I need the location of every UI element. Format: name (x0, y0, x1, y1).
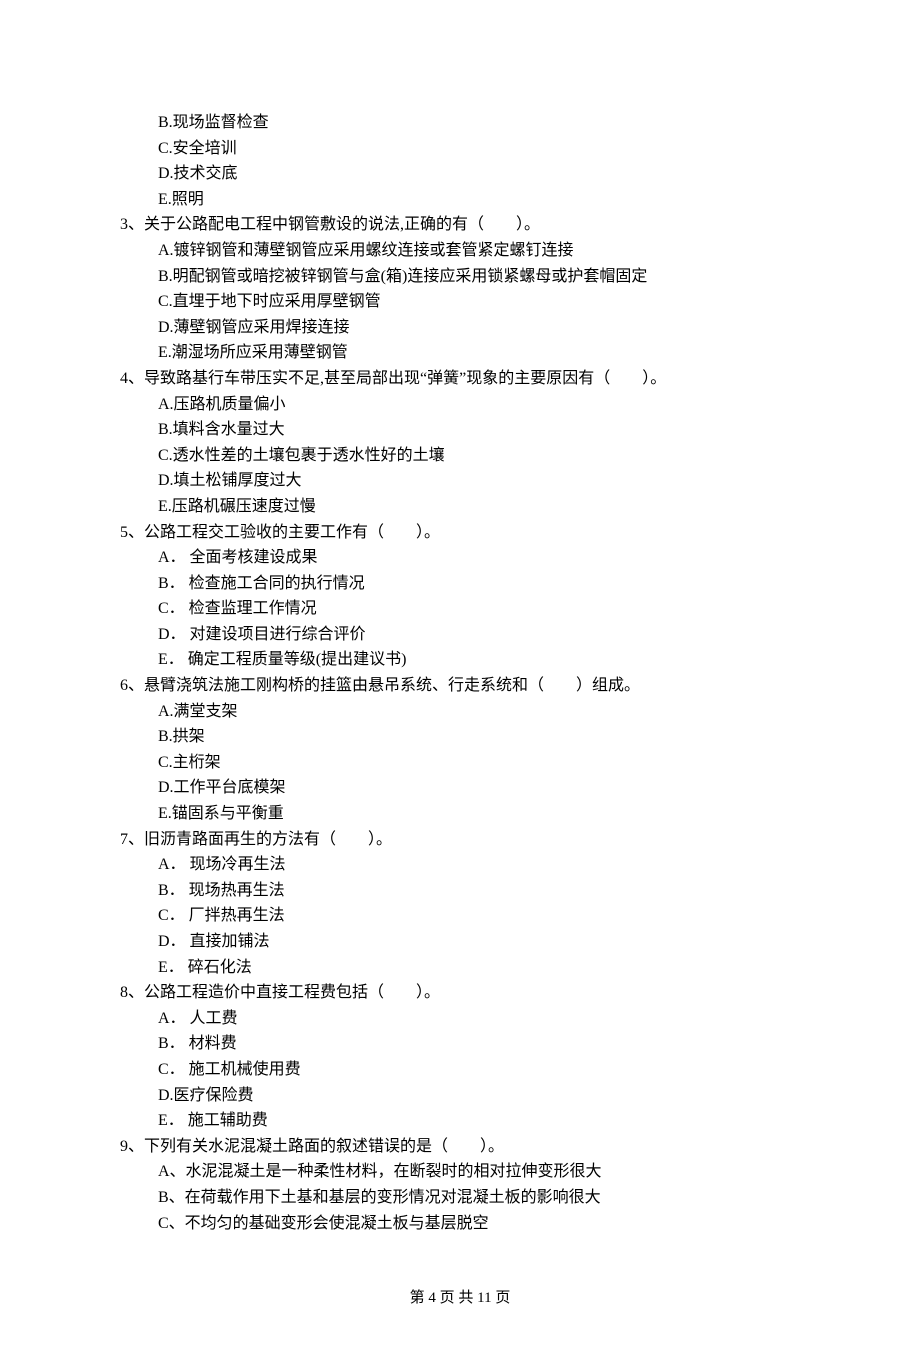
option-item: E． 施工辅助费 (120, 1108, 800, 1134)
option-item: A.满堂支架 (120, 699, 800, 725)
option-item: C． 检查监理工作情况 (120, 596, 800, 622)
option-item: B.拱架 (120, 724, 800, 750)
page-footer: 第 4 页 共 11 页 (120, 1286, 800, 1310)
option-item: C.透水性差的土壤包裹于透水性好的土壤 (120, 443, 800, 469)
option-item: C、不均匀的基础变形会使混凝土板与基层脱空 (120, 1211, 800, 1237)
question-text: 7、旧沥青路面再生的方法有（ ）。 (120, 827, 800, 853)
option-item: E.照明 (120, 187, 800, 213)
option-item: D.技术交底 (120, 161, 800, 187)
option-item: D.薄壁钢管应采用焊接连接 (120, 315, 800, 341)
option-item: A.压路机质量偏小 (120, 392, 800, 418)
option-item: B、在荷载作用下土基和基层的变形情况对混凝土板的影响很大 (120, 1185, 800, 1211)
option-item: E.潮湿场所应采用薄壁钢管 (120, 340, 800, 366)
option-item: B.明配钢管或暗挖被锌钢管与盒(箱)连接应采用锁紧螺母或护套帽固定 (120, 264, 800, 290)
option-item: C． 施工机械使用费 (120, 1057, 800, 1083)
option-item: C.直埋于地下时应采用厚壁钢管 (120, 289, 800, 315)
option-item: D.工作平台底模架 (120, 775, 800, 801)
option-item: A． 人工费 (120, 1006, 800, 1032)
option-item: C.安全培训 (120, 136, 800, 162)
option-item: D.填土松铺厚度过大 (120, 468, 800, 494)
option-item: D． 直接加铺法 (120, 929, 800, 955)
option-item: B． 检查施工合同的执行情况 (120, 571, 800, 597)
option-item: A． 现场冷再生法 (120, 852, 800, 878)
option-item: D.医疗保险费 (120, 1083, 800, 1109)
option-item: B.现场监督检查 (120, 110, 800, 136)
question-text: 5、公路工程交工验收的主要工作有（ ）。 (120, 520, 800, 546)
question-text: 6、悬臂浇筑法施工刚构桥的挂篮由悬吊系统、行走系统和（ ）组成。 (120, 673, 800, 699)
option-item: E.锚固系与平衡重 (120, 801, 800, 827)
option-item: E.压路机碾压速度过慢 (120, 494, 800, 520)
option-item: A． 全面考核建设成果 (120, 545, 800, 571)
option-item: B． 材料费 (120, 1031, 800, 1057)
option-item: C.主桁架 (120, 750, 800, 776)
question-text: 9、下列有关水泥混凝土路面的叙述错误的是（ ）。 (120, 1134, 800, 1160)
option-item: B.填料含水量过大 (120, 417, 800, 443)
question-text: 8、公路工程造价中直接工程费包括（ ）。 (120, 980, 800, 1006)
question-text: 3、关于公路配电工程中钢管敷设的说法,正确的有（ ）。 (120, 212, 800, 238)
option-item: A、水泥混凝土是一种柔性材料，在断裂时的相对拉伸变形很大 (120, 1159, 800, 1185)
option-item: A.镀锌钢管和薄壁钢管应采用螺纹连接或套管紧定螺钉连接 (120, 238, 800, 264)
option-item: D． 对建设项目进行综合评价 (120, 622, 800, 648)
option-item: E． 碎石化法 (120, 955, 800, 981)
option-item: B． 现场热再生法 (120, 878, 800, 904)
option-item: E． 确定工程质量等级(提出建议书) (120, 647, 800, 673)
option-item: C． 厂拌热再生法 (120, 903, 800, 929)
question-text: 4、导致路基行车带压实不足,甚至局部出现“弹簧”现象的主要原因有（ ）。 (120, 366, 800, 392)
